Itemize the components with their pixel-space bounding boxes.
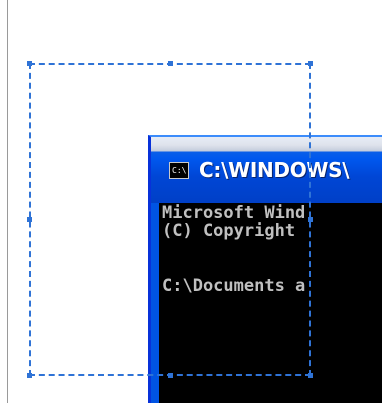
resize-handle-middle-left[interactable] bbox=[27, 217, 32, 222]
resize-handle-bottom-center[interactable] bbox=[168, 373, 173, 378]
resize-handle-top-center[interactable] bbox=[168, 61, 173, 66]
resize-handle-bottom-left[interactable] bbox=[27, 373, 32, 378]
screen: C:\ C:\WINDOWS\ Microsoft Wind (C) Copyr… bbox=[0, 0, 382, 403]
selection-rectangle[interactable] bbox=[29, 63, 311, 376]
resize-handle-middle-right[interactable] bbox=[308, 217, 313, 222]
resize-handle-top-right[interactable] bbox=[308, 61, 313, 66]
resize-handle-top-left[interactable] bbox=[27, 61, 32, 66]
resize-handle-bottom-right[interactable] bbox=[308, 373, 313, 378]
left-edge-line bbox=[7, 0, 8, 403]
